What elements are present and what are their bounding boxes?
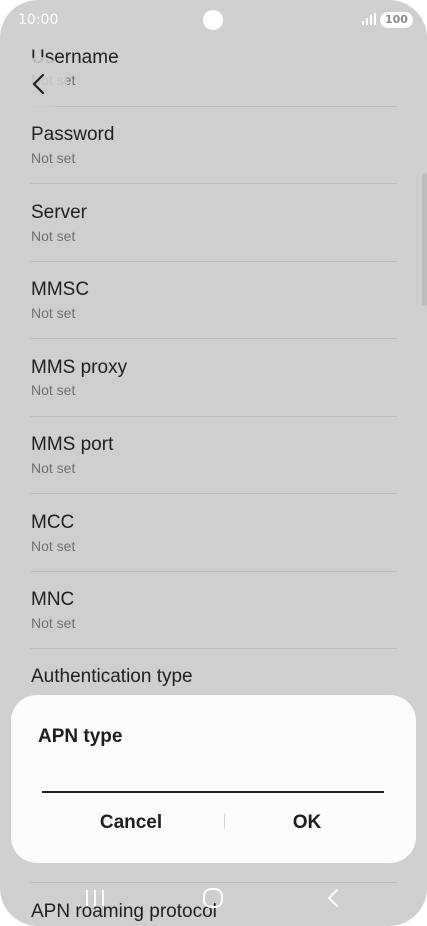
setting-row-mms-port[interactable]: MMS port Not set (30, 416, 397, 494)
setting-title: Server (31, 202, 87, 223)
ok-button[interactable]: OK (226, 804, 388, 842)
setting-row-password[interactable]: Password Not set (30, 106, 397, 184)
phone-screen: 10:00 100 Username Not set Password Not … (0, 0, 427, 926)
dialog-title: APN type (38, 726, 123, 747)
setting-row-server[interactable]: Server Not set (30, 184, 397, 262)
front-camera-cutout (203, 10, 223, 30)
signal-bars-icon (362, 13, 376, 29)
setting-row-mmsc[interactable]: MMSC Not set (30, 261, 397, 339)
apn-type-input[interactable] (42, 775, 384, 793)
home-icon[interactable] (202, 887, 224, 914)
back-button[interactable] (13, 57, 67, 111)
setting-row-mms-proxy[interactable]: MMS proxy Not set (30, 339, 397, 417)
setting-value: Not set (31, 228, 76, 244)
status-bar: 10:00 100 (0, 0, 427, 40)
setting-title: MMSC (31, 279, 90, 300)
setting-value: Not set (31, 538, 76, 554)
setting-value: Not set (31, 150, 76, 166)
scrollbar[interactable] (422, 173, 427, 306)
setting-row-mnc[interactable]: MNC Not set (30, 571, 397, 649)
setting-value: Not set (31, 460, 76, 476)
setting-title: MNC (31, 589, 75, 610)
setting-title: MMS port (31, 434, 114, 455)
recents-icon[interactable] (84, 887, 106, 914)
setting-title: Authentication type (31, 666, 193, 687)
navigation-bar (0, 875, 427, 923)
back-nav-icon[interactable] (324, 887, 342, 914)
cancel-button[interactable]: Cancel (31, 804, 231, 842)
setting-value: Not set (31, 305, 76, 321)
apn-type-dialog: APN type Cancel OK (11, 695, 416, 863)
setting-title: MCC (31, 512, 75, 533)
setting-title: Password (31, 124, 115, 145)
status-time: 10:00 (18, 12, 59, 28)
setting-value: Not set (31, 382, 76, 398)
setting-row-username[interactable]: Username Not set (30, 29, 397, 107)
setting-row-mcc[interactable]: MCC Not set (30, 494, 397, 572)
button-divider (224, 813, 225, 829)
battery-badge: 100 (380, 12, 413, 28)
setting-title: MMS proxy (31, 357, 128, 378)
chevron-left-icon (32, 73, 45, 95)
setting-value: Not set (31, 615, 76, 631)
